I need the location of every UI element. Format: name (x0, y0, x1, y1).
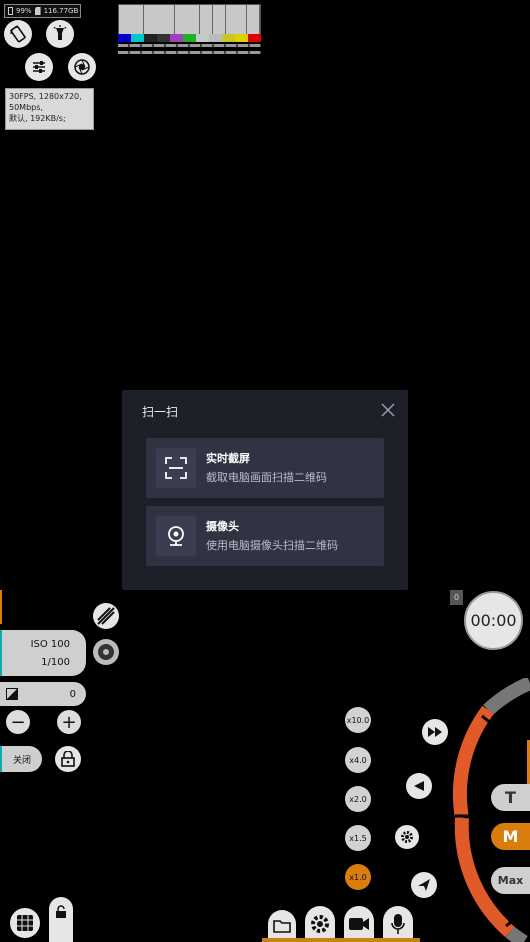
gear-icon (401, 831, 413, 843)
mode-max[interactable]: Max (491, 867, 530, 894)
dialog-title: 扫一扫 (142, 405, 179, 419)
exposure-compensation[interactable]: 0 (0, 682, 86, 706)
minus-icon: − (10, 711, 26, 733)
bottom-tray-highlight (262, 938, 420, 942)
status-bar: 99% 116.77GB (4, 4, 81, 18)
option-title: 摄像头 (206, 519, 239, 533)
option-webcam[interactable]: 摄像头 使用电脑摄像头扫描二维码 (146, 506, 384, 566)
zoom-1-5x[interactable]: x1.5 (345, 825, 371, 851)
navigate-button[interactable] (411, 872, 437, 898)
aperture-button[interactable] (68, 53, 96, 81)
close-button[interactable] (380, 402, 396, 418)
folder-icon (273, 920, 291, 933)
option-screenshot[interactable]: 实时截屏 截取电脑画面扫描二维码 (146, 438, 384, 498)
arrow-icon (418, 879, 430, 891)
color-strip (118, 34, 261, 42)
option-title: 实时截屏 (206, 451, 250, 465)
storage-free: 116.77GB (43, 7, 79, 15)
left-marker (0, 590, 2, 624)
unlock-icon (56, 905, 66, 918)
zoom-4x[interactable]: x4.0 (345, 747, 371, 773)
grey-strip-1 (118, 44, 261, 47)
zoom-2x[interactable]: x2.0 (345, 786, 371, 812)
focus-peaking-button[interactable] (93, 639, 119, 665)
zoom-1x[interactable]: x1.0 (345, 864, 371, 890)
microphone-button[interactable] (383, 906, 413, 942)
microphone-icon (391, 914, 405, 934)
option-desc: 使用电脑摄像头扫描二维码 (206, 538, 338, 552)
zebra-icon (97, 607, 115, 625)
scan-dialog: 扫一扫 实时截屏 截取电脑画面扫描二维码 摄像头 使用电脑摄像头扫描二维码 (122, 390, 408, 590)
zoom-10x[interactable]: x10.0 (345, 707, 371, 733)
mode-m[interactable]: M (491, 823, 530, 850)
battery-level: 99% (16, 7, 32, 15)
grey-strip-2 (118, 51, 261, 54)
shutter-value: 1/100 (41, 657, 70, 668)
previous-button[interactable] (406, 773, 432, 799)
close-icon (381, 403, 395, 417)
plus-icon: + (61, 711, 77, 733)
settings-small-button[interactable] (395, 825, 419, 849)
flashlight-button[interactable] (46, 20, 74, 48)
option-desc: 截取电脑画面扫描二维码 (206, 470, 327, 484)
flashlight-icon (53, 25, 67, 40)
gear-icon (311, 915, 329, 933)
clip-counter: 0 (450, 590, 463, 605)
record-timer: 00:00 (464, 591, 523, 650)
iso-shutter-control[interactable]: ISO 100 1/100 (0, 630, 86, 676)
rotate-icon (10, 25, 26, 43)
scan-frame-icon (156, 448, 196, 488)
aperture-icon (74, 59, 90, 75)
webcam-icon (156, 516, 196, 556)
lock-button[interactable] (55, 746, 81, 772)
adjust-button[interactable] (25, 53, 53, 81)
mode-t[interactable]: T (491, 784, 530, 811)
decrease-button[interactable]: − (6, 710, 30, 734)
grid-button[interactable] (10, 908, 40, 938)
ev-value: 0 (69, 688, 76, 700)
grid-icon (17, 915, 33, 931)
settings-button[interactable] (305, 906, 335, 942)
recording-info: 30FPS, 1280x720, 50Mbps, 默认, 192KB/s; (5, 88, 94, 130)
zebra-button[interactable] (93, 603, 119, 629)
rotate-lock-button[interactable] (4, 20, 32, 48)
lock-icon (61, 751, 75, 767)
battery-icon (8, 7, 13, 15)
triangle-left-icon (414, 781, 424, 791)
exposure-icon (6, 688, 18, 700)
sliders-icon (33, 61, 45, 73)
increase-button[interactable]: + (57, 710, 81, 734)
iso-value: ISO 100 (30, 639, 70, 650)
test-pattern (118, 4, 261, 38)
aperture-icon (98, 644, 114, 660)
toggle-off-button[interactable]: 关闭 (0, 746, 42, 772)
video-camera-icon (349, 918, 369, 930)
lock-slider[interactable] (49, 897, 73, 942)
video-mode-button[interactable] (344, 906, 374, 942)
sd-card-icon (34, 7, 41, 15)
